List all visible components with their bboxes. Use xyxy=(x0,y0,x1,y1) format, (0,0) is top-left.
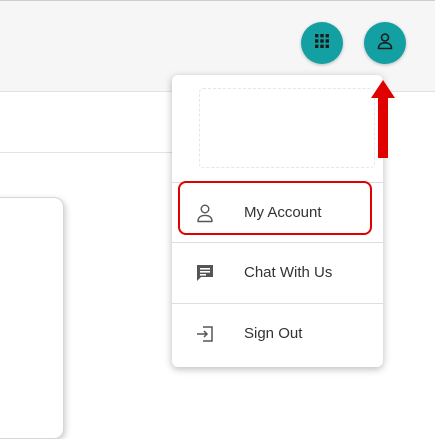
menu-item-label: Sign Out xyxy=(244,325,303,342)
user-icon xyxy=(376,32,394,55)
sign-out-icon xyxy=(194,323,216,345)
profile-placeholder xyxy=(199,88,375,168)
highlight-box xyxy=(178,181,372,235)
grid-icon xyxy=(314,33,330,54)
menu-header xyxy=(172,75,383,175)
menu-item-sign-out[interactable]: Sign Out xyxy=(172,303,383,363)
menu-item-chat-with-us[interactable]: Chat With Us xyxy=(172,242,383,302)
menu-item-label: Chat With Us xyxy=(244,264,333,281)
arrow-up-icon xyxy=(371,80,395,158)
divider xyxy=(0,152,175,153)
chat-icon xyxy=(194,262,216,284)
apps-button[interactable] xyxy=(301,22,343,64)
content-card xyxy=(0,197,64,439)
profile-button[interactable] xyxy=(364,22,406,64)
